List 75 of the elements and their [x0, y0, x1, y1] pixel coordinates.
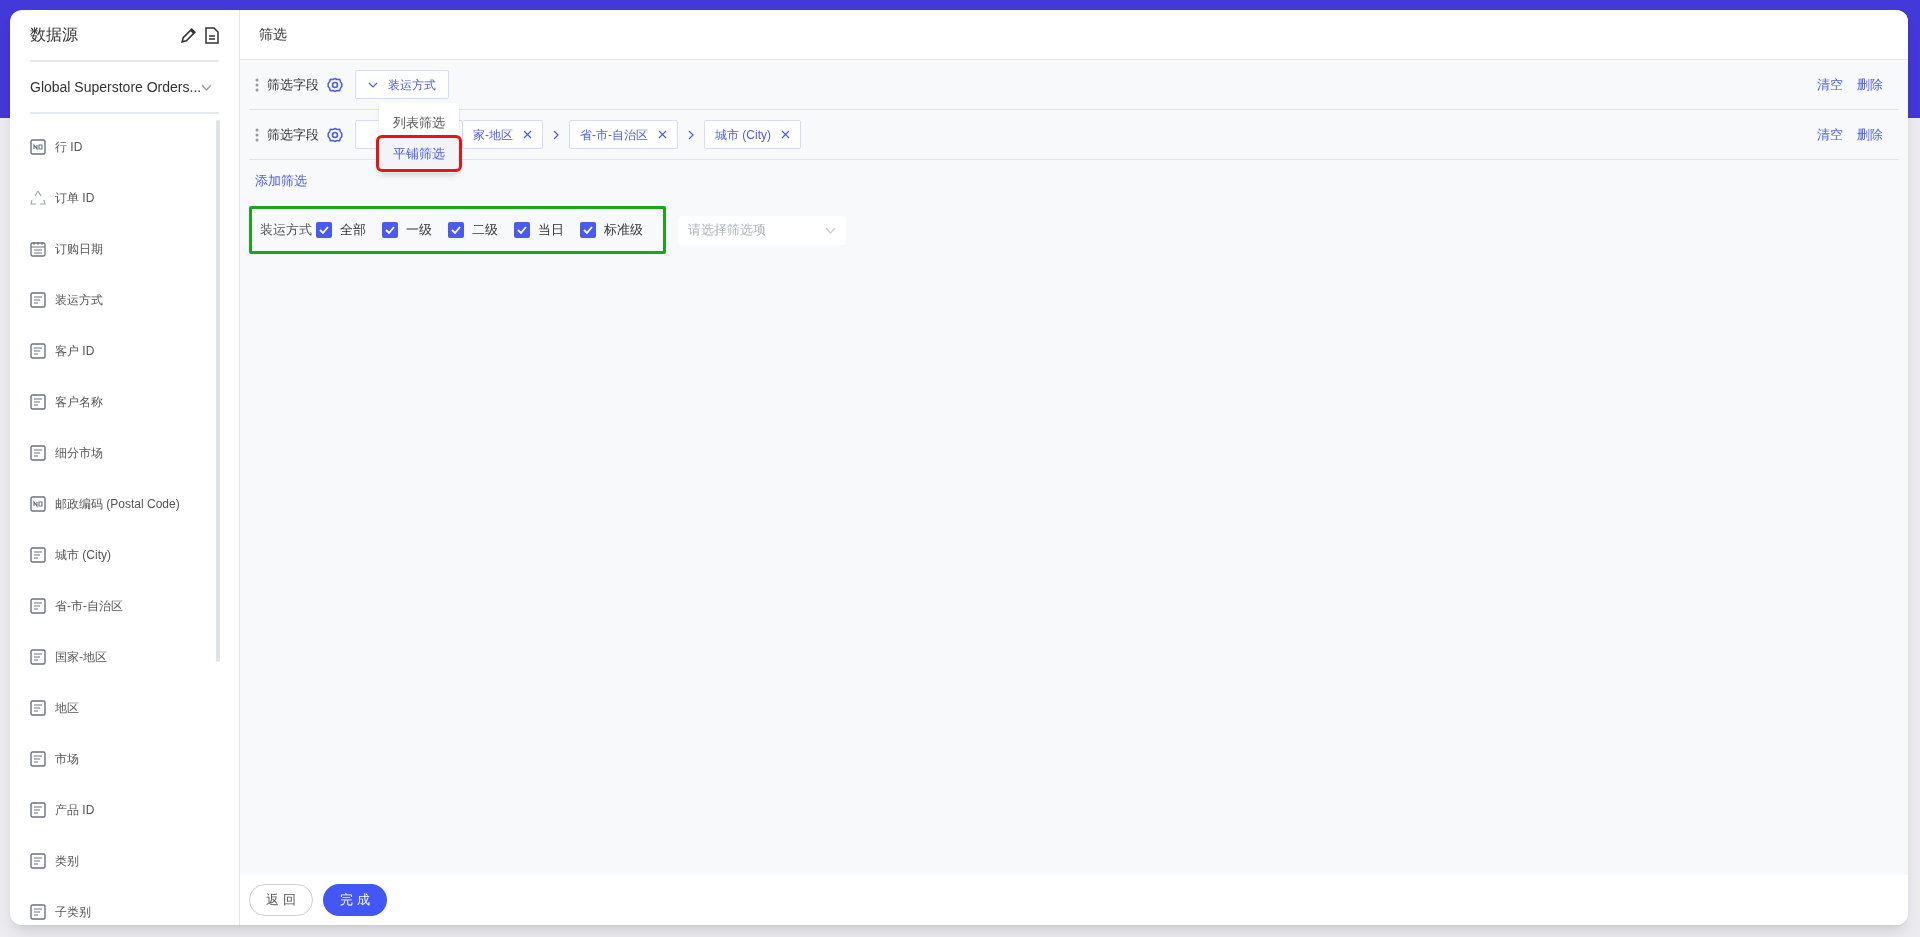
chevron-down-icon	[368, 81, 378, 88]
field-item[interactable]: 产品 ID	[30, 784, 239, 835]
datasource-select[interactable]: Global Superstore Orders...	[30, 62, 219, 114]
field-item[interactable]: 地区	[30, 682, 239, 733]
drag-handle-icon[interactable]	[255, 127, 259, 142]
add-filter-link[interactable]: 添加筛选	[249, 171, 307, 191]
chevron-down-icon	[825, 226, 836, 234]
field-tag[interactable]: 家-地区	[463, 120, 543, 149]
settings-icon[interactable]	[327, 126, 343, 143]
drag-handle-icon[interactable]	[255, 77, 259, 92]
edit-icon[interactable]	[180, 26, 197, 44]
text-field-icon	[30, 291, 46, 308]
check-icon	[451, 225, 461, 235]
field-item[interactable]: 城市 (City)	[30, 529, 239, 580]
clear-link[interactable]: 清空	[1817, 74, 1843, 95]
text-field-icon	[30, 393, 46, 410]
field-item[interactable]: 客户 ID	[30, 325, 239, 376]
checkbox-option[interactable]: 标准级	[580, 220, 643, 240]
checkbox-option[interactable]: 一级	[382, 220, 432, 240]
field-item[interactable]: 细分市场	[30, 427, 239, 478]
sidebar-title: 数据源	[30, 25, 78, 45]
text-field-icon	[30, 648, 46, 665]
text-field-icon	[30, 546, 46, 563]
menu-item[interactable]: 列表筛选	[379, 107, 459, 138]
field-item[interactable]: 客户名称	[30, 376, 239, 427]
field-item[interactable]: 行 ID	[30, 121, 239, 172]
close-icon[interactable]	[658, 130, 667, 139]
finish-button[interactable]: 完 成	[323, 884, 387, 916]
field-item[interactable]: 装运方式	[30, 274, 239, 325]
text-field-icon	[30, 342, 46, 359]
text-field-icon	[30, 699, 46, 716]
number-field-icon	[30, 495, 46, 512]
chevron-right-icon	[688, 129, 694, 140]
text-field-icon	[30, 444, 46, 461]
scrollbar[interactable]	[216, 120, 220, 662]
check-icon	[385, 225, 395, 235]
settings-icon[interactable]	[327, 76, 343, 93]
field-item[interactable]: 国家-地区	[30, 631, 239, 682]
check-icon	[583, 225, 593, 235]
back-button[interactable]: 返 回	[249, 884, 313, 916]
check-icon	[319, 225, 329, 235]
field-item[interactable]: 类别	[30, 835, 239, 886]
field-item[interactable]: 订购日期	[30, 223, 239, 274]
delete-link[interactable]: 删除	[1857, 124, 1883, 145]
field-select[interactable]: 装运方式	[355, 70, 449, 99]
filter-field-label: 筛选字段	[267, 125, 319, 144]
document-icon[interactable]	[205, 26, 219, 44]
text-field-icon	[30, 852, 46, 869]
field-tag[interactable]: 城市 (City)	[704, 120, 801, 149]
checkbox-option[interactable]: 全部	[316, 220, 366, 240]
text-field-icon	[30, 597, 46, 614]
chevron-down-icon	[201, 83, 213, 91]
filter-label: 装运方式	[260, 221, 312, 240]
calendar-icon	[30, 240, 46, 257]
field-item[interactable]: 订单 ID	[30, 172, 239, 223]
close-icon[interactable]	[523, 130, 532, 139]
number-field-icon	[30, 138, 46, 155]
delete-link[interactable]: 删除	[1857, 74, 1883, 95]
field-item[interactable]: 市场	[30, 733, 239, 784]
chevron-right-icon	[553, 129, 559, 140]
filter-field-label: 筛选字段	[267, 75, 319, 94]
menu-item[interactable]: 平铺筛选	[379, 138, 459, 169]
field-item[interactable]: 子类别	[30, 886, 239, 925]
checkbox-option[interactable]: 当日	[514, 220, 564, 240]
check-icon	[517, 225, 527, 235]
clear-link[interactable]: 清空	[1817, 124, 1843, 145]
text-field-icon	[30, 903, 46, 920]
close-icon[interactable]	[781, 130, 790, 139]
text-field-icon	[30, 801, 46, 818]
panel-title: 筛选	[259, 25, 287, 44]
checkbox-option[interactable]: 二级	[448, 220, 498, 240]
field-item[interactable]: 省-市-自治区	[30, 580, 239, 631]
field-item[interactable]: 邮政编码 (Postal Code)	[30, 478, 239, 529]
field-tag[interactable]: 省-市-自治区	[569, 120, 678, 149]
text-field-icon	[30, 750, 46, 767]
